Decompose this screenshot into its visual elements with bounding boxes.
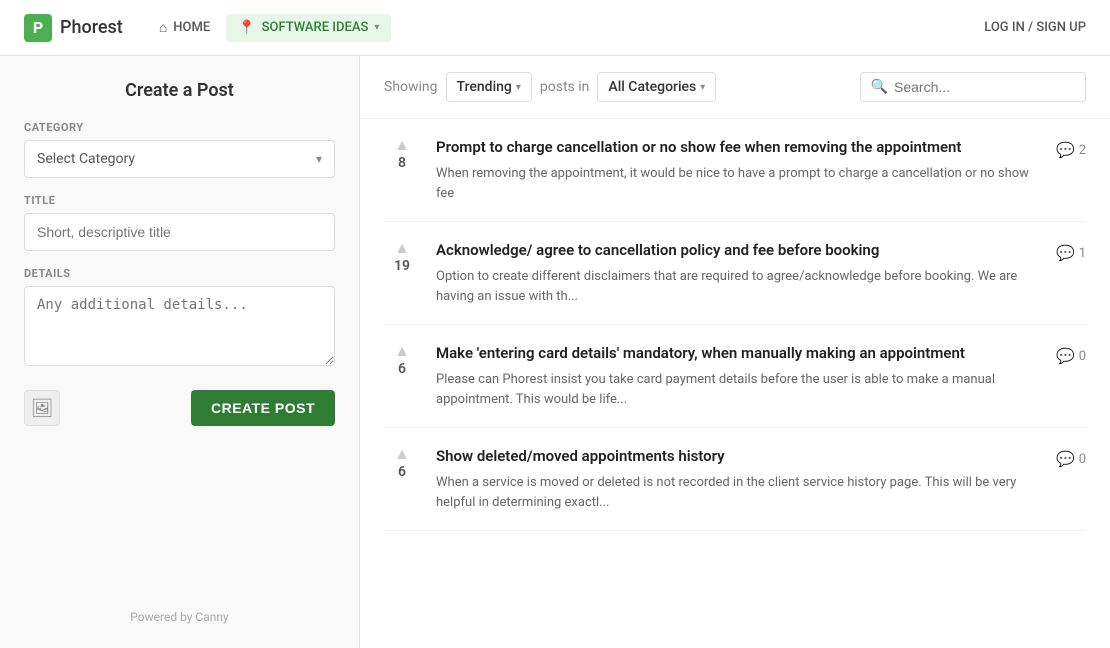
form-actions: 🖼 CREATE POST bbox=[24, 390, 335, 426]
title-label: TITLE bbox=[24, 194, 335, 207]
post-content: Make 'entering card details' mandatory, … bbox=[436, 343, 1040, 409]
logo-area[interactable]: P Phorest bbox=[24, 14, 123, 42]
details-textarea[interactable] bbox=[24, 286, 335, 366]
posts-list: ▲ 8 Prompt to charge cancellation or no … bbox=[360, 119, 1110, 531]
filter-bar: Showing Trending ▾ posts in All Categori… bbox=[360, 56, 1110, 119]
title-input[interactable] bbox=[24, 213, 335, 251]
post-excerpt: Option to create different disclaimers t… bbox=[436, 267, 1040, 306]
comment-icon: 💬 bbox=[1056, 450, 1075, 468]
comment-count: 0 bbox=[1079, 452, 1086, 467]
vote-count: 8 bbox=[398, 155, 406, 171]
vote-count: 6 bbox=[398, 464, 406, 480]
upvote-arrow-icon[interactable]: ▲ bbox=[394, 137, 410, 153]
nav-software-ideas[interactable]: 📍 SOFTWARE IDEAS ▾ bbox=[226, 14, 391, 42]
post-excerpt: When removing the appointment, it would … bbox=[436, 164, 1040, 203]
post-item[interactable]: ▲ 19 Acknowledge/ agree to cancellation … bbox=[384, 222, 1086, 325]
posts-in-label: posts in bbox=[540, 79, 590, 95]
vote-count: 6 bbox=[398, 361, 406, 377]
post-item[interactable]: ▲ 6 Show deleted/moved appointments hist… bbox=[384, 428, 1086, 531]
details-label: DETAILS bbox=[24, 267, 335, 280]
post-meta: 💬 0 bbox=[1056, 446, 1086, 468]
comment-icon: 💬 bbox=[1056, 347, 1075, 365]
vote-section: ▲ 6 bbox=[384, 446, 420, 480]
upvote-arrow-icon[interactable]: ▲ bbox=[394, 240, 410, 256]
main-nav: ⌂ HOME 📍 SOFTWARE IDEAS ▾ bbox=[147, 13, 392, 42]
left-panel: Create a Post CATEGORY Select Category ▾… bbox=[0, 56, 360, 648]
post-title[interactable]: Make 'entering card details' mandatory, … bbox=[436, 343, 1040, 364]
post-content: Show deleted/moved appointments history … bbox=[436, 446, 1040, 512]
header-left: P Phorest ⌂ HOME 📍 SOFTWARE IDEAS ▾ bbox=[24, 13, 391, 42]
comment-icon: 💬 bbox=[1056, 244, 1075, 262]
nav-home-label: HOME bbox=[173, 20, 210, 35]
header: P Phorest ⌂ HOME 📍 SOFTWARE IDEAS ▾ LOG … bbox=[0, 0, 1110, 56]
vote-section: ▲ 8 bbox=[384, 137, 420, 171]
post-item[interactable]: ▲ 6 Make 'entering card details' mandato… bbox=[384, 325, 1086, 428]
trending-label: Trending bbox=[457, 79, 512, 95]
comment-icon: 💬 bbox=[1056, 141, 1075, 159]
showing-label: Showing bbox=[384, 79, 438, 95]
nav-chevron-icon: ▾ bbox=[374, 22, 379, 33]
location-icon: 📍 bbox=[238, 20, 255, 36]
category-select[interactable]: Select Category bbox=[25, 141, 334, 177]
upvote-arrow-icon[interactable]: ▲ bbox=[394, 343, 410, 359]
header-right: LOG IN / SIGN UP bbox=[984, 20, 1086, 35]
post-meta: 💬 2 bbox=[1056, 137, 1086, 159]
details-section: DETAILS bbox=[24, 267, 335, 366]
category-select-wrapper[interactable]: Select Category ▾ bbox=[24, 140, 335, 178]
search-input[interactable] bbox=[894, 79, 1075, 95]
comment-count: 2 bbox=[1079, 143, 1086, 158]
right-panel: Showing Trending ▾ posts in All Categori… bbox=[360, 56, 1110, 648]
nav-home[interactable]: ⌂ HOME bbox=[147, 13, 222, 42]
trending-chevron-icon: ▾ bbox=[516, 82, 521, 93]
post-title[interactable]: Acknowledge/ agree to cancellation polic… bbox=[436, 240, 1040, 261]
comment-count: 0 bbox=[1079, 349, 1086, 364]
post-meta: 💬 1 bbox=[1056, 240, 1086, 262]
panel-title: Create a Post bbox=[24, 80, 335, 101]
logo-icon: P bbox=[24, 14, 52, 42]
create-post-button[interactable]: CREATE POST bbox=[191, 390, 335, 426]
title-section: TITLE bbox=[24, 194, 335, 251]
post-title[interactable]: Show deleted/moved appointments history bbox=[436, 446, 1040, 467]
category-placeholder: Select Category bbox=[37, 151, 135, 167]
post-title[interactable]: Prompt to charge cancellation or no show… bbox=[436, 137, 1040, 158]
post-item[interactable]: ▲ 8 Prompt to charge cancellation or no … bbox=[384, 119, 1086, 222]
category-label: CATEGORY bbox=[24, 121, 335, 134]
post-meta: 💬 0 bbox=[1056, 343, 1086, 365]
categories-chevron-icon: ▾ bbox=[700, 82, 705, 93]
auth-link[interactable]: LOG IN / SIGN UP bbox=[984, 20, 1086, 35]
post-excerpt: Please can Phorest insist you take card … bbox=[436, 370, 1040, 409]
upvote-arrow-icon[interactable]: ▲ bbox=[394, 446, 410, 462]
image-upload-button[interactable]: 🖼 bbox=[24, 390, 60, 426]
powered-by: Powered by Canny bbox=[24, 594, 335, 624]
comment-count: 1 bbox=[1079, 246, 1086, 261]
post-excerpt: When a service is moved or deleted is no… bbox=[436, 473, 1040, 512]
vote-count: 19 bbox=[394, 258, 410, 274]
vote-section: ▲ 6 bbox=[384, 343, 420, 377]
all-categories-select[interactable]: All Categories ▾ bbox=[597, 72, 716, 102]
search-box[interactable]: 🔍 bbox=[860, 72, 1086, 102]
all-categories-label: All Categories bbox=[608, 79, 696, 95]
app-name: Phorest bbox=[60, 17, 123, 38]
search-icon: 🔍 bbox=[871, 79, 888, 95]
home-icon: ⌂ bbox=[159, 19, 167, 36]
trending-select[interactable]: Trending ▾ bbox=[446, 72, 532, 102]
main-container: Create a Post CATEGORY Select Category ▾… bbox=[0, 56, 1110, 648]
category-section: CATEGORY Select Category ▾ bbox=[24, 121, 335, 178]
image-icon: 🖼 bbox=[31, 398, 54, 419]
post-content: Prompt to charge cancellation or no show… bbox=[436, 137, 1040, 203]
nav-software-ideas-label: SOFTWARE IDEAS bbox=[262, 20, 369, 35]
post-content: Acknowledge/ agree to cancellation polic… bbox=[436, 240, 1040, 306]
vote-section: ▲ 19 bbox=[384, 240, 420, 274]
